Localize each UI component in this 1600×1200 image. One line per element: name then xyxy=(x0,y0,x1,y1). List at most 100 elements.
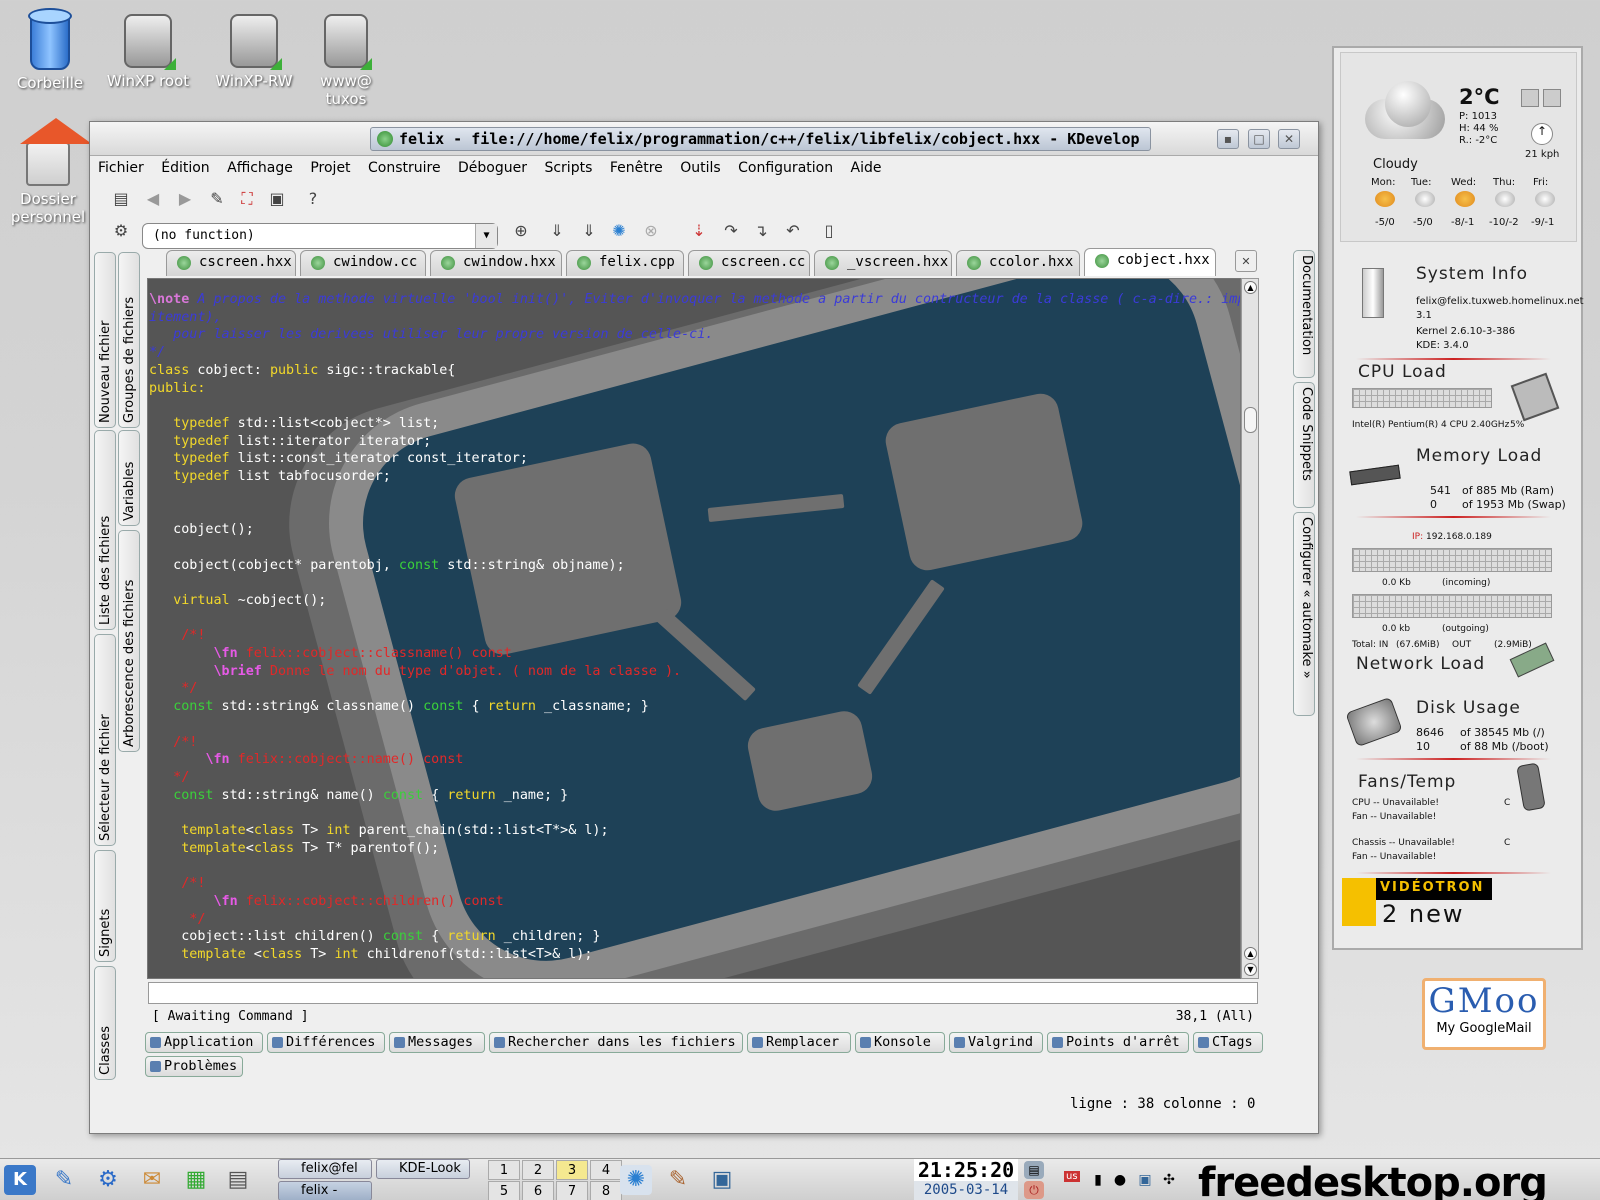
file-tab-active[interactable]: cobject.hxx xyxy=(1084,248,1216,276)
menu-configuration[interactable]: Configuration xyxy=(738,160,833,176)
tab-remplacer[interactable]: Remplacer xyxy=(747,1032,851,1053)
scrollbar-thumb[interactable] xyxy=(1244,407,1257,433)
tab-application[interactable]: Application xyxy=(145,1032,263,1053)
back-icon[interactable]: ◀ xyxy=(140,186,166,212)
tab-variables[interactable]: Variables xyxy=(118,430,140,526)
desktop-icon-winxp-rw[interactable]: WinXP-RW xyxy=(204,14,304,90)
tab-liste-fichiers[interactable]: Liste des fichiers xyxy=(94,430,116,630)
tab-signets[interactable]: Signets xyxy=(94,850,116,962)
menu-affichage[interactable]: Affichage xyxy=(227,160,293,176)
tab-classes[interactable]: Classes xyxy=(94,966,116,1080)
document-icon[interactable]: ▯ xyxy=(816,218,842,244)
menu-aide[interactable]: Aide xyxy=(851,160,882,176)
tab-points-arret[interactable]: Points d'arrêt xyxy=(1047,1032,1189,1053)
pager-desktop-2[interactable]: 2 xyxy=(522,1160,554,1180)
scroll-down-icon[interactable]: ▼ xyxy=(1244,963,1257,976)
step-over-icon[interactable]: ↷ xyxy=(718,218,744,244)
tab-documentation[interactable]: Documentation xyxy=(1293,250,1315,378)
new-file-icon[interactable]: ✎ xyxy=(204,186,230,212)
tab-configurer-automake[interactable]: Configurer « automake » xyxy=(1293,512,1315,716)
navigate-icon[interactable]: ⊕ xyxy=(508,218,534,244)
pager-desktop-5[interactable]: 5 xyxy=(488,1181,520,1200)
open-project-icon[interactable]: ▤ xyxy=(108,186,134,212)
show-desktop-icon[interactable]: ✎ xyxy=(48,1165,80,1195)
execute-icon[interactable]: ✺ xyxy=(606,218,632,244)
pager-desktop-7[interactable]: 7 xyxy=(556,1181,588,1200)
close-tab-icon[interactable]: ✕ xyxy=(1235,250,1257,272)
code-editor[interactable]: \note A propos de la methode virtuelle '… xyxy=(147,278,1241,979)
menu-construire[interactable]: Construire xyxy=(368,160,441,176)
menu-fichier[interactable]: Fichier xyxy=(98,160,144,176)
function-selector[interactable]: (no function) ▼ xyxy=(142,223,498,249)
gmail-notifier[interactable]: GMoo My GoogleMail xyxy=(1422,978,1546,1050)
kde-menu-icon[interactable]: K xyxy=(4,1165,36,1195)
maximize-button[interactable]: □ xyxy=(1248,129,1270,149)
save-icon[interactable]: ▣ xyxy=(264,186,290,212)
task-button-kde-look[interactable]: KDE-Look xyxy=(376,1159,470,1179)
desktop-icon-winxp-root[interactable]: WinXP root xyxy=(98,14,198,90)
build-icon[interactable]: ⇓ xyxy=(544,218,570,244)
close-button[interactable]: ✕ xyxy=(1278,129,1300,149)
monitor-icon[interactable]: ▣ xyxy=(706,1165,738,1195)
menu-edition[interactable]: Édition xyxy=(161,160,209,176)
class-wizard-icon[interactable]: ⚙ xyxy=(108,218,134,244)
keyboard-layout-indicator[interactable]: us xyxy=(1064,1171,1080,1182)
pager-desktop-6[interactable]: 6 xyxy=(522,1181,554,1200)
tab-messages[interactable]: Messages xyxy=(389,1032,485,1053)
file-tab[interactable]: _vscreen.hxx xyxy=(814,250,952,276)
bomb-icon[interactable]: ● xyxy=(1110,1165,1130,1195)
clock[interactable]: 21:25:20 2005-03-14 xyxy=(914,1159,1018,1200)
minimize-button[interactable]: ▪ xyxy=(1217,129,1239,149)
kmail-icon[interactable]: ✉ xyxy=(136,1165,168,1195)
menu-scripts[interactable]: Scripts xyxy=(544,160,592,176)
tools-icon[interactable]: ✎ xyxy=(662,1165,694,1195)
network-tray-icon[interactable]: ✣ xyxy=(1158,1165,1180,1195)
kdevelop-tray-icon[interactable]: ✺ xyxy=(620,1165,652,1195)
editor-scrollbar[interactable]: ▲ ▲ ▼ xyxy=(1241,278,1259,979)
text-editor-icon[interactable]: ▤ xyxy=(222,1165,254,1195)
task-button-kdevelop[interactable]: felix - xyxy=(278,1181,372,1200)
desktop-icon-trash[interactable]: Corbeille xyxy=(0,8,100,92)
tab-ctags[interactable]: CTags xyxy=(1193,1032,1263,1053)
tab-selecteur-fichier[interactable]: Sélecteur de fichier xyxy=(94,634,116,846)
whats-this-icon[interactable]: ? xyxy=(300,186,326,212)
pager-desktop-3[interactable]: 3 xyxy=(556,1160,588,1180)
klipper-icon[interactable]: ▤ xyxy=(1024,1161,1044,1179)
forward-icon[interactable]: ▶ xyxy=(172,186,198,212)
step-out-icon[interactable]: ↶ xyxy=(780,218,806,244)
stop-icon[interactable]: ⊗ xyxy=(638,218,664,244)
desktop-icon-network-share[interactable]: www@ tuxos xyxy=(296,14,396,108)
file-tab[interactable]: felix.cpp xyxy=(566,250,684,276)
file-tab[interactable]: cwindow.hxx xyxy=(430,250,562,276)
tab-differences[interactable]: Différences xyxy=(267,1032,385,1053)
fullscreen-icon[interactable]: ⛶ xyxy=(234,186,260,212)
title-bar[interactable]: felix - file:///home/felix/programmation… xyxy=(90,122,1318,156)
pager-desktop-4[interactable]: 4 xyxy=(590,1160,622,1180)
tab-code-snippets[interactable]: Code Snippets xyxy=(1293,382,1315,508)
file-tab[interactable]: cwindow.cc xyxy=(300,250,426,276)
konqueror-icon[interactable]: ⚙ xyxy=(92,1165,124,1195)
pager-desktop-1[interactable]: 1 xyxy=(488,1160,520,1180)
menu-fenetre[interactable]: Fenêtre xyxy=(610,160,663,176)
build-file-icon[interactable]: ⇓ xyxy=(576,218,602,244)
tab-rechercher[interactable]: Rechercher dans les fichiers xyxy=(489,1032,743,1053)
menu-deboguer[interactable]: Déboguer xyxy=(458,160,527,176)
clipboard-icon[interactable]: ▮ xyxy=(1088,1165,1108,1195)
menu-projet[interactable]: Projet xyxy=(310,160,350,176)
tab-arborescence-fichiers[interactable]: Arborescence des fichiers xyxy=(118,530,140,752)
tab-groupes-fichiers[interactable]: Groupes de fichiers xyxy=(118,252,140,428)
logout-icon[interactable]: ⏻ xyxy=(1024,1181,1044,1199)
tab-konsole[interactable]: Konsole xyxy=(855,1032,945,1053)
tab-problemes[interactable]: Problèmes xyxy=(145,1056,243,1077)
file-tab[interactable]: cscreen.hxx xyxy=(166,250,296,276)
menu-outils[interactable]: Outils xyxy=(680,160,720,176)
step-into-icon[interactable]: ↴ xyxy=(748,218,774,244)
file-tab[interactable]: ccolor.hxx xyxy=(956,250,1080,276)
tab-nouveau-fichier[interactable]: Nouveau fichier xyxy=(94,252,116,428)
debug-run-icon[interactable]: ⇣ xyxy=(686,218,712,244)
task-button-konsole[interactable]: felix@fel xyxy=(278,1159,372,1179)
vi-command-input[interactable] xyxy=(148,982,1258,1004)
scroll-up-icon[interactable]: ▲ xyxy=(1244,947,1257,960)
terminal-icon[interactable]: ▦ xyxy=(180,1165,212,1195)
display-icon[interactable]: ▣ xyxy=(1134,1165,1156,1195)
